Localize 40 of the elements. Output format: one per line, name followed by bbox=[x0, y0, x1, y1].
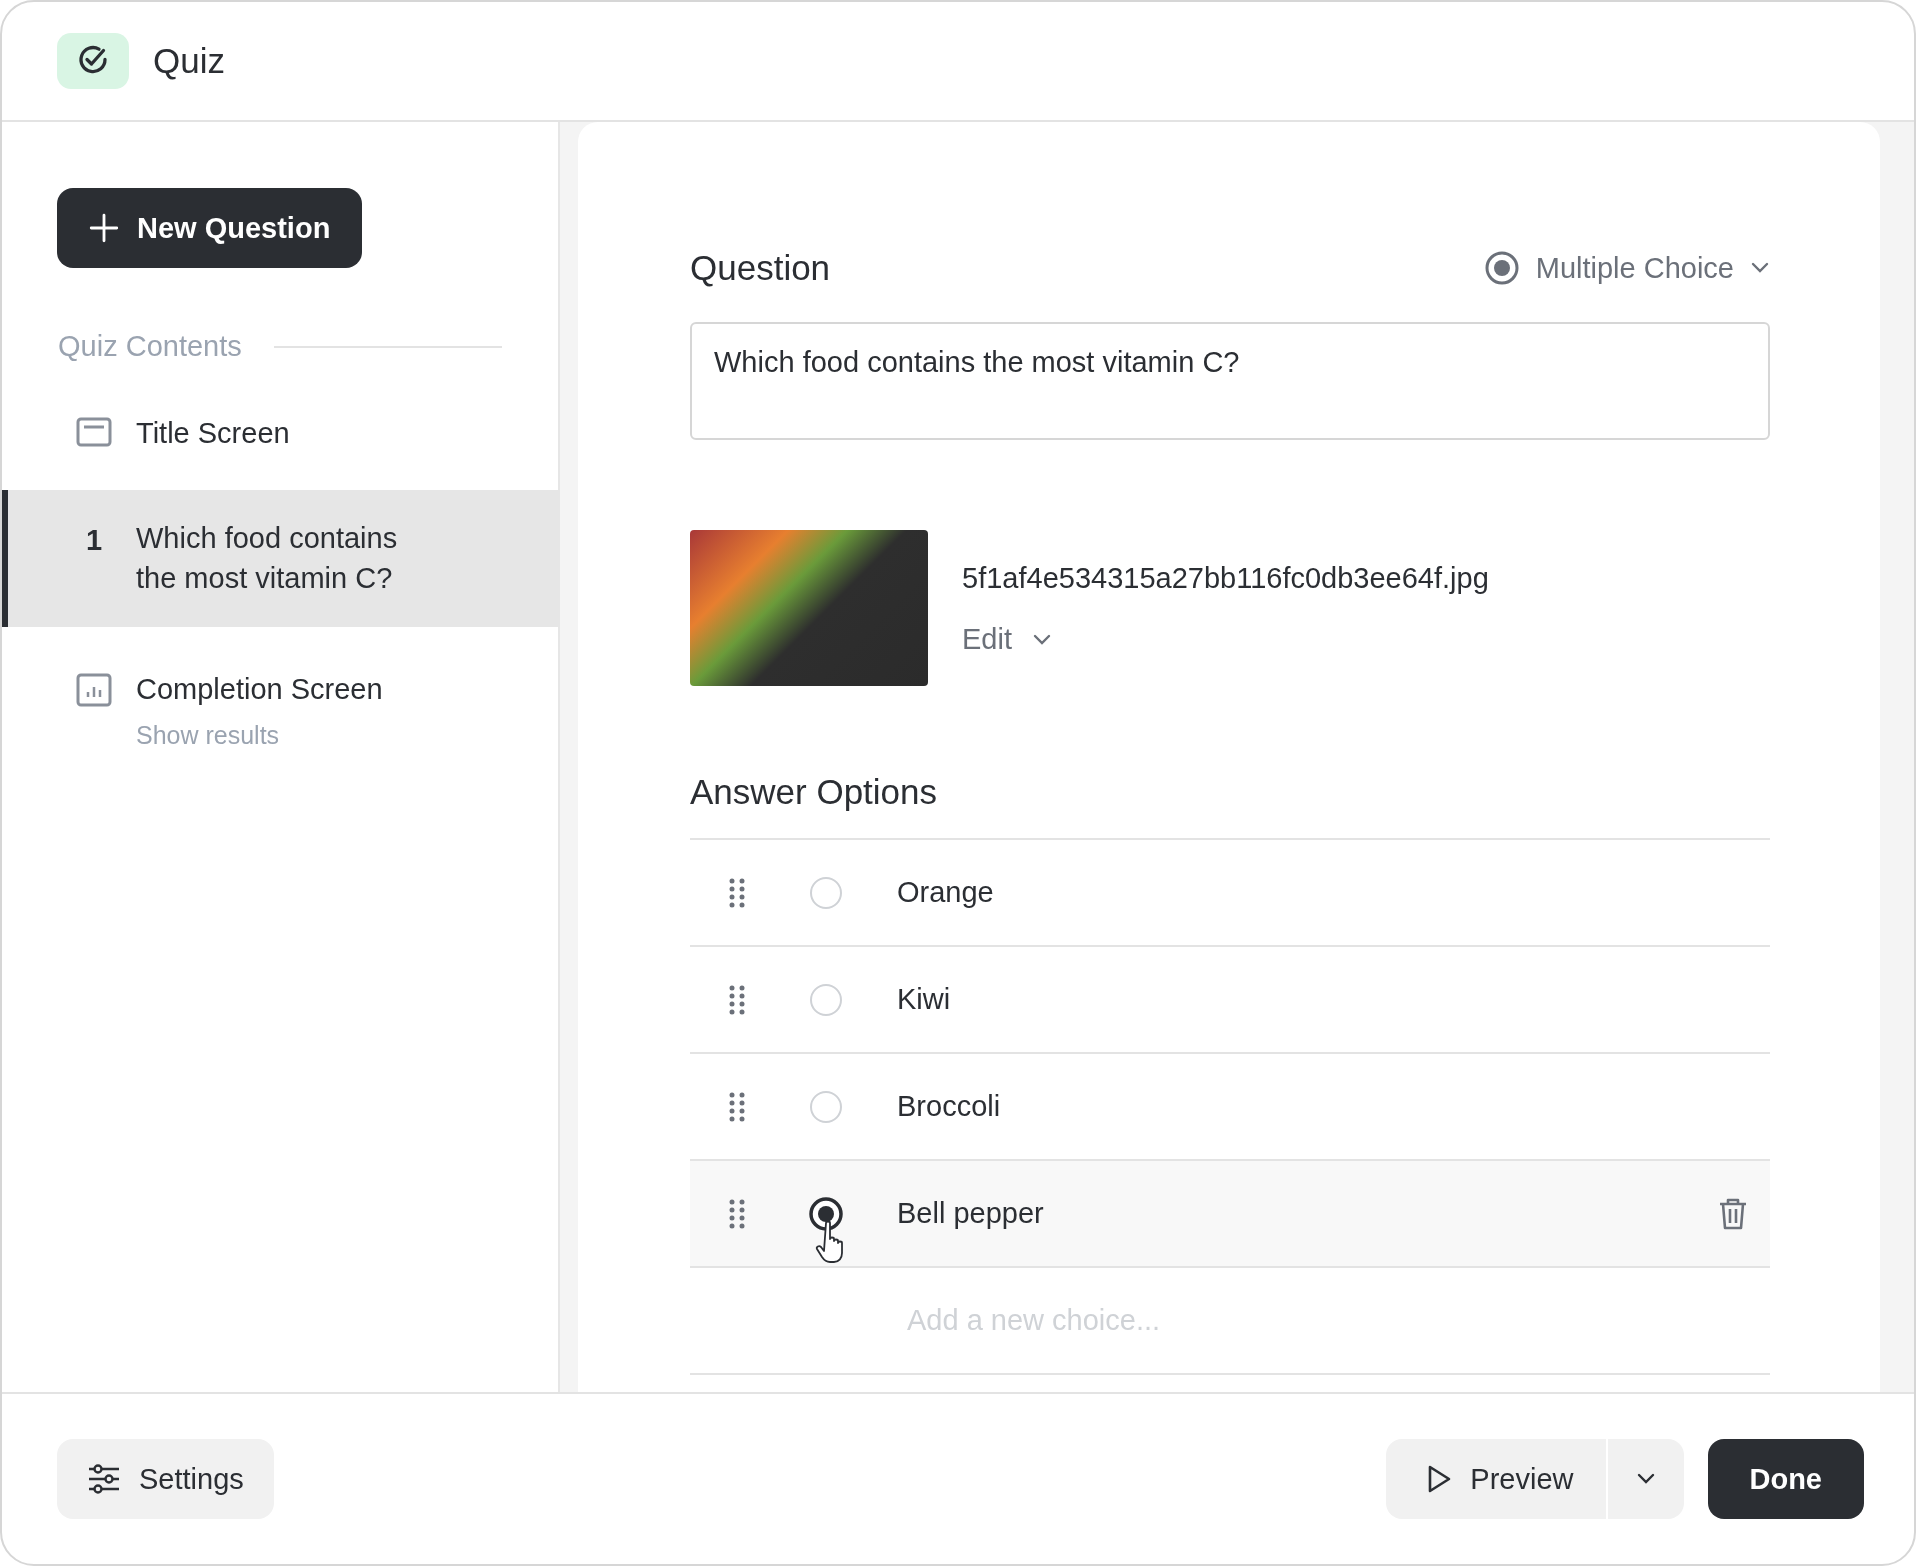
trash-icon[interactable] bbox=[1718, 1196, 1748, 1231]
item-title: Title Screen bbox=[136, 416, 290, 451]
question-type-dropdown[interactable]: Multiple Choice bbox=[1483, 250, 1770, 286]
answer-label: Kiwi bbox=[897, 983, 952, 1016]
drag-handle-icon[interactable] bbox=[729, 1198, 745, 1229]
settings-button[interactable]: Settings bbox=[57, 1439, 274, 1519]
edit-dropdown[interactable]: Edit bbox=[962, 623, 1489, 656]
answer-label: Orange bbox=[897, 876, 995, 909]
answers-heading: Answer Options bbox=[690, 772, 939, 812]
preview-button[interactable]: Preview bbox=[1386, 1439, 1606, 1519]
question-number: 1 bbox=[85, 522, 103, 557]
section-label: Quiz Contents bbox=[58, 330, 242, 363]
item-title: Which food contains the most vitamin C? bbox=[136, 520, 399, 597]
window-title: Quiz bbox=[153, 41, 225, 81]
question-field[interactable]: Which food contains the most vitamin C? bbox=[690, 322, 1770, 440]
sliders-icon bbox=[87, 1464, 121, 1494]
answer-label: Bell pepper bbox=[897, 1197, 1045, 1230]
done-button[interactable]: Done bbox=[1707, 1439, 1864, 1519]
radio-button[interactable] bbox=[809, 1196, 843, 1231]
chevron-down-icon bbox=[1032, 633, 1052, 646]
item-title: Completion Screen bbox=[136, 671, 383, 707]
answer-label: Broccoli bbox=[897, 1090, 1002, 1123]
bar-chart-icon bbox=[76, 672, 112, 707]
sidebar-item[interactable]: Completion Screen Show results bbox=[2, 646, 558, 773]
item-subtitle: Show results bbox=[136, 721, 281, 751]
sidebar-item[interactable]: Title Screen bbox=[2, 391, 558, 476]
plus-icon bbox=[87, 211, 121, 245]
new-question-button[interactable]: New Question bbox=[57, 188, 363, 268]
file-name: 5f1af4e534315a27bb116fc0db3ee64f.jpg bbox=[962, 562, 1489, 595]
drag-handle-icon[interactable] bbox=[729, 877, 745, 908]
question-heading: Question bbox=[690, 248, 831, 288]
play-icon bbox=[1426, 1464, 1453, 1494]
caret-icon bbox=[1635, 1473, 1656, 1485]
radio-icon bbox=[1483, 250, 1520, 286]
chevron-down-icon bbox=[1750, 262, 1770, 274]
drag-handle-icon[interactable] bbox=[729, 1091, 745, 1122]
drag-handle-icon[interactable] bbox=[729, 984, 745, 1015]
sidebar-item[interactable]: 1 Which food contains the most vitamin C? bbox=[2, 489, 558, 627]
quiz-check-icon bbox=[57, 33, 129, 89]
screen-icon bbox=[76, 417, 112, 447]
